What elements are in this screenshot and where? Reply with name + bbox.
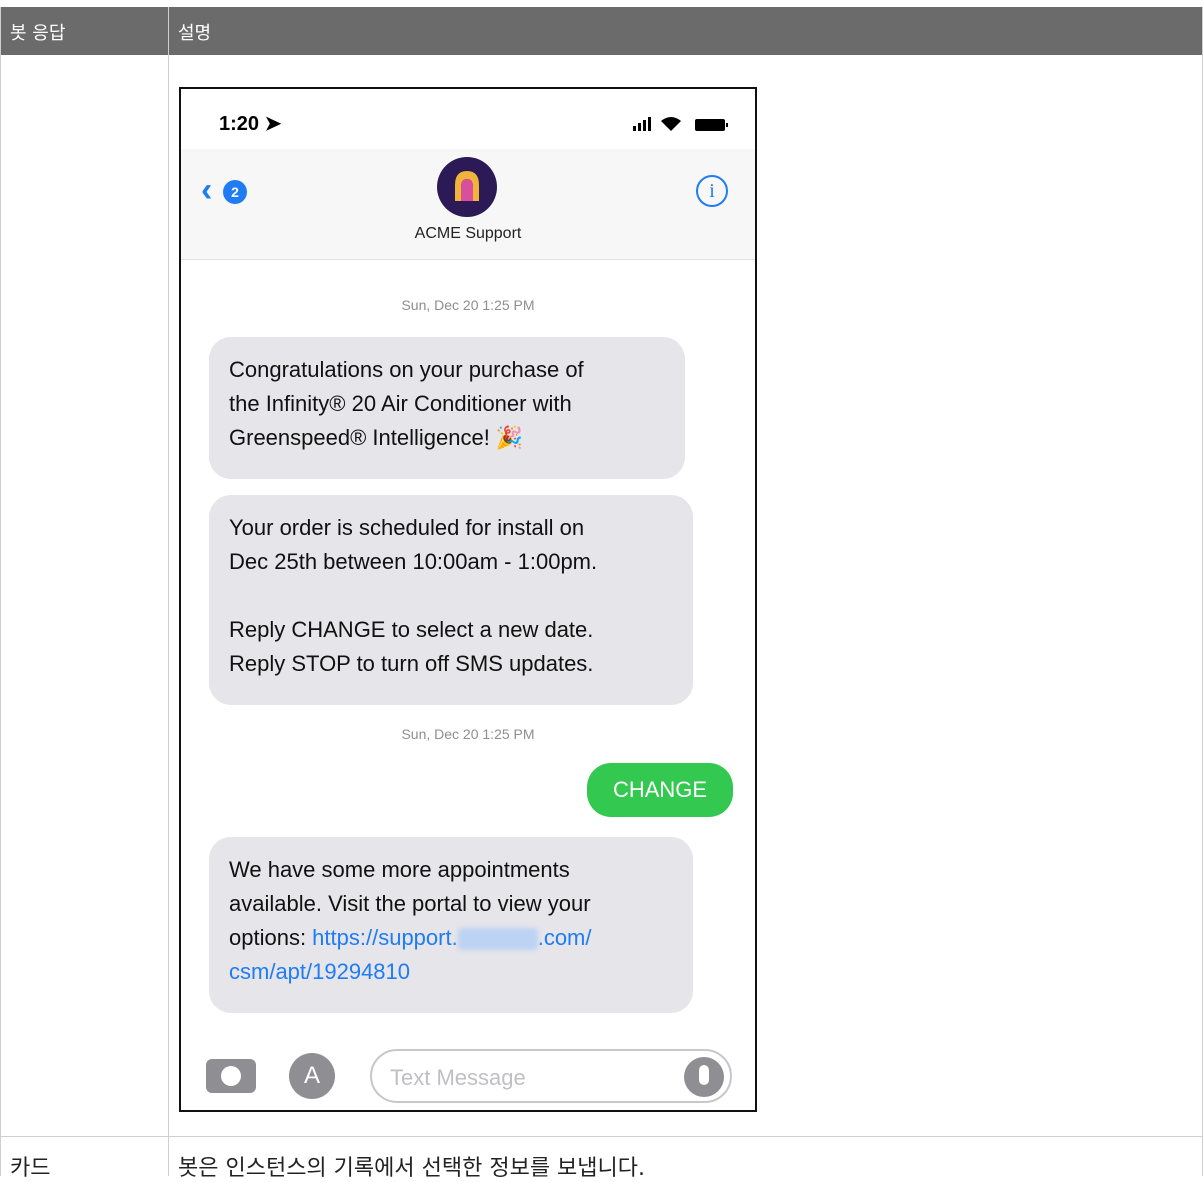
received-message: Your order is scheduled for install on D… <box>209 495 693 705</box>
left-border <box>0 7 1 1176</box>
status-time: 1:20 ➤ <box>219 113 282 135</box>
received-message: Congratulations on your purchase of the … <box>209 337 685 479</box>
content-table: 봇 응답 설명 1:20 ➤ ‹ 2 ACME Support i Sun, D… <box>0 0 1203 1181</box>
message-text: Your order is scheduled for install on D… <box>229 515 598 676</box>
message-text: We have some more appointments available… <box>229 857 592 984</box>
back-chevron-icon[interactable]: ‹ <box>201 173 212 207</box>
sent-message: CHANGE <box>587 763 733 817</box>
message-timestamp: Sun, Dec 20 1:25 PM <box>401 297 535 313</box>
message-timestamp: Sun, Dec 20 1:25 PM <box>401 726 535 742</box>
conversation-header: ‹ 2 ACME Support i <box>181 149 755 260</box>
row-description: 봇은 인스턴스의 기록에서 선택한 정보를 보냅니다. <box>178 1156 646 1181</box>
contact-avatar[interactable] <box>437 157 497 217</box>
microphone-icon[interactable] <box>684 1057 724 1097</box>
camera-icon[interactable] <box>206 1059 256 1093</box>
app-store-icon[interactable]: A <box>289 1053 335 1099</box>
message-input-bar: A Text Message <box>181 1029 755 1110</box>
message-text: Congratulations on your purchase of the … <box>229 357 584 450</box>
phone-screenshot: 1:20 ➤ ‹ 2 ACME Support i Sun, Dec 20 1:… <box>179 87 757 1112</box>
info-icon[interactable]: i <box>696 175 728 207</box>
redacted-domain <box>457 928 538 951</box>
unread-badge: 2 <box>223 180 247 204</box>
status-icons <box>633 117 728 131</box>
row-label-card: 카드 <box>10 1156 51 1181</box>
contact-name[interactable]: ACME Support <box>181 225 755 243</box>
message-input[interactable]: Text Message <box>370 1049 732 1103</box>
header-bot-response: 봇 응답 <box>10 23 66 44</box>
message-placeholder: Text Message <box>390 1065 526 1090</box>
received-message: We have some more appointments available… <box>209 837 693 1013</box>
header-description: 설명 <box>178 23 212 44</box>
brand-logo-icon <box>455 171 479 201</box>
table-header: 봇 응답 설명 <box>0 7 1203 55</box>
row-divider <box>0 1136 1203 1137</box>
column-divider <box>168 7 169 1176</box>
